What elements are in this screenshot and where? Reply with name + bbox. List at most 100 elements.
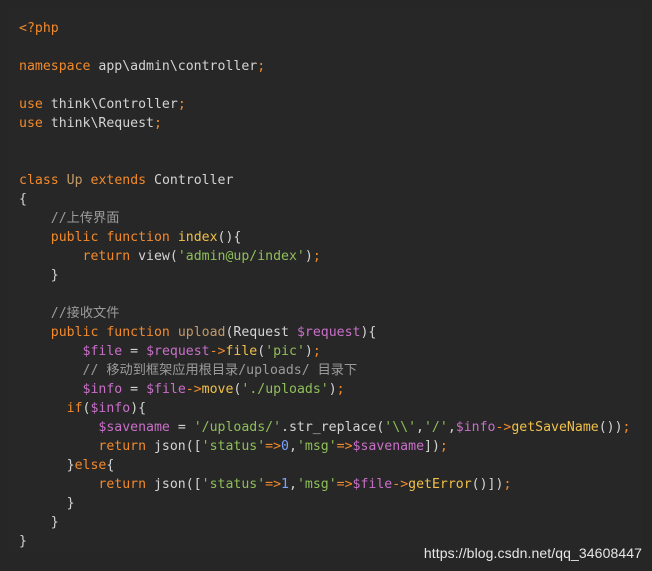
code-token: upload — [177, 325, 226, 340]
code-token: ()) — [598, 420, 623, 435]
code-token: $file — [146, 382, 186, 397]
code-token: getSaveName — [511, 420, 599, 435]
watermark-url: https://blog.csdn.net/qq_34608447 — [423, 545, 642, 561]
code-token: 'status' — [201, 477, 266, 492]
code-token: = — [122, 382, 147, 397]
code-token: $info — [90, 401, 131, 416]
code-editor: <?php namespace app\admin\controller; use … — [0, 0, 652, 571]
code-token: } — [66, 496, 75, 511]
code-token: ; — [439, 439, 448, 454]
code-token: } — [19, 534, 27, 549]
code-token: , — [447, 420, 456, 435]
code-line: } — [19, 266, 630, 285]
code-panel: <?php namespace app\admin\controller; use … — [8, 8, 642, 553]
code-token: './uploads' — [241, 382, 329, 397]
code-token: ; — [312, 249, 321, 264]
code-token: ){ — [360, 325, 377, 340]
code-token: 'msg' — [296, 477, 337, 492]
code-token: => — [265, 477, 282, 492]
code-token: => — [336, 439, 353, 454]
code-token: index — [177, 230, 218, 245]
code-block[interactable]: <?php namespace app\admin\controller; use … — [19, 19, 630, 551]
code-token: $request — [146, 344, 210, 359]
code-token: ; — [153, 116, 162, 131]
code-token: think\Request — [42, 116, 154, 131]
code-line: namespace app\admin\controller; — [19, 57, 630, 76]
code-token: '\\' — [384, 420, 417, 435]
code-line: }else{ — [19, 456, 630, 475]
code-line: return view('admin@up/index'); — [19, 247, 630, 266]
code-token: ()]) — [471, 477, 504, 492]
code-token: } — [50, 268, 59, 283]
code-token: $info — [82, 382, 123, 397]
code-token: .str_replace( — [281, 420, 385, 435]
code-token: = — [169, 420, 194, 435]
code-token: app\admin\controller — [90, 59, 258, 74]
code-token: json([ — [146, 477, 202, 492]
code-token: Controller — [146, 173, 234, 188]
code-token: // 移动到框架应用根目录/uploads/ 目录下 — [82, 363, 358, 378]
code-token: ; — [312, 344, 321, 359]
code-token: 'pic' — [265, 344, 305, 359]
code-token: $info — [455, 420, 496, 435]
code-token: //接收文件 — [50, 306, 120, 321]
code-token: function — [106, 230, 170, 245]
code-token: file — [225, 344, 258, 359]
code-line: //接收文件 — [19, 304, 630, 323]
code-token: -> — [392, 477, 409, 492]
code-token: ) — [304, 344, 313, 359]
code-token: , — [289, 477, 297, 492]
code-token: ) — [328, 382, 337, 397]
code-token: ]) — [424, 439, 440, 454]
code-token: use — [19, 116, 43, 131]
code-token: $savename — [352, 439, 425, 454]
code-token: ) — [304, 249, 313, 264]
code-token: 'msg' — [296, 439, 337, 454]
code-token: class — [19, 173, 59, 188]
code-token: public — [50, 230, 99, 245]
code-line: //上传界面 — [19, 209, 630, 228]
code-token: '/uploads/' — [193, 420, 282, 435]
code-line: { — [19, 190, 630, 209]
code-token: public — [50, 325, 99, 340]
code-line: if($info){ — [19, 399, 630, 418]
code-token: return — [82, 249, 131, 264]
code-line: $savename = '/uploads/'.str_replace('\\'… — [19, 418, 630, 437]
code-token: -> — [495, 420, 512, 435]
code-line: use think\Request; — [19, 114, 630, 133]
code-token: extends — [90, 173, 147, 188]
code-token: Up — [66, 173, 83, 188]
code-token: use — [19, 97, 43, 112]
code-token: = — [122, 344, 147, 359]
code-token: ; — [503, 477, 512, 492]
code-token: ; — [622, 420, 631, 435]
code-token: //上传界面 — [50, 211, 120, 226]
code-line: return json(['status'=>0,'msg'=>$savenam… — [19, 437, 630, 456]
code-line: public function upload(Request $request)… — [19, 323, 630, 342]
code-token: 'status' — [201, 439, 266, 454]
code-token: => — [265, 439, 282, 454]
code-token: ; — [177, 97, 186, 112]
code-line: } — [19, 494, 630, 513]
code-line: public function index(){ — [19, 228, 630, 247]
